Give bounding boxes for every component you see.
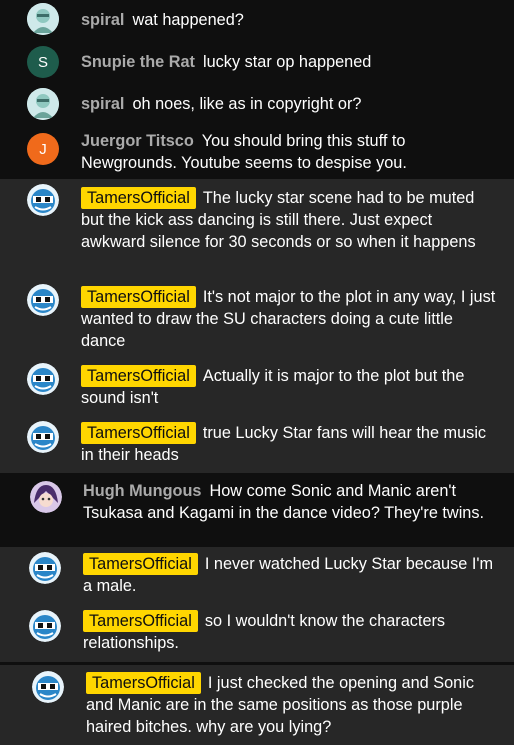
author-name-owner[interactable]: TamersOfficial <box>83 610 198 632</box>
author-name[interactable]: Hugh Mungous <box>83 482 201 500</box>
chat-message: TamersOfficial It's not major to the plot… <box>0 275 514 357</box>
anime-avatar-icon[interactable] <box>30 481 62 513</box>
sonic-avatar-icon[interactable] <box>32 671 64 703</box>
author-name-owner[interactable]: TamersOfficial <box>81 365 196 387</box>
author-name-owner[interactable]: TamersOfficial <box>83 553 198 575</box>
author-name[interactable]: spiral <box>81 11 124 29</box>
sonic-avatar-icon[interactable] <box>27 421 59 453</box>
message-text: wat happened? <box>132 11 244 29</box>
message-text: lucky star op happened <box>202 53 372 71</box>
chat-message: Hugh Mungous How come Sonic and Manic are… <box>0 473 514 547</box>
chat-message: TamersOfficial I just checked the opening… <box>0 665 514 745</box>
chat-message: TamersOfficial The lucky star scene had t… <box>0 179 514 275</box>
author-name[interactable]: Snupie the Rat <box>81 53 195 71</box>
spiral-avatar-icon[interactable] <box>27 3 59 35</box>
avatar-letter: J <box>39 140 47 158</box>
chat-message: spiral oh noes, like as in copyright or? <box>0 83 514 126</box>
chat-message: TamersOfficial Actually it is major to th… <box>0 357 514 415</box>
chat-message: TamersOfficial so I wouldn't know the cha… <box>0 605 514 662</box>
letter-avatar-icon[interactable]: S <box>27 46 59 78</box>
chat-message: J Juergor Titsco You should bring this st… <box>0 126 514 179</box>
sonic-avatar-icon[interactable] <box>27 184 59 216</box>
sonic-avatar-icon[interactable] <box>27 284 59 316</box>
chat-message: TamersOfficial true Lucky Star fans will … <box>0 415 514 473</box>
author-name-owner[interactable]: TamersOfficial <box>86 672 201 694</box>
author-name-owner[interactable]: TamersOfficial <box>81 187 196 209</box>
chat-log: spiral wat happened? S Snupie the Rat luck… <box>0 0 514 745</box>
avatar-letter: S <box>37 53 48 71</box>
message-text: oh noes, like as in copyright or? <box>132 95 362 113</box>
sonic-avatar-icon[interactable] <box>27 363 59 395</box>
chat-message: spiral wat happened? <box>0 0 514 40</box>
author-name[interactable]: spiral <box>81 95 124 113</box>
spiral-avatar-icon[interactable] <box>27 88 59 120</box>
letter-avatar-icon[interactable]: J <box>27 133 59 165</box>
chat-message: TamersOfficial I never watched Lucky Star… <box>0 547 514 605</box>
author-name-owner[interactable]: TamersOfficial <box>81 422 196 444</box>
author-name-owner[interactable]: TamersOfficial <box>81 286 196 308</box>
sonic-avatar-icon[interactable] <box>29 610 61 642</box>
sonic-avatar-icon[interactable] <box>29 552 61 584</box>
author-name[interactable]: Juergor Titsco <box>81 132 194 150</box>
chat-message: S Snupie the Rat lucky star op happened <box>0 40 514 83</box>
